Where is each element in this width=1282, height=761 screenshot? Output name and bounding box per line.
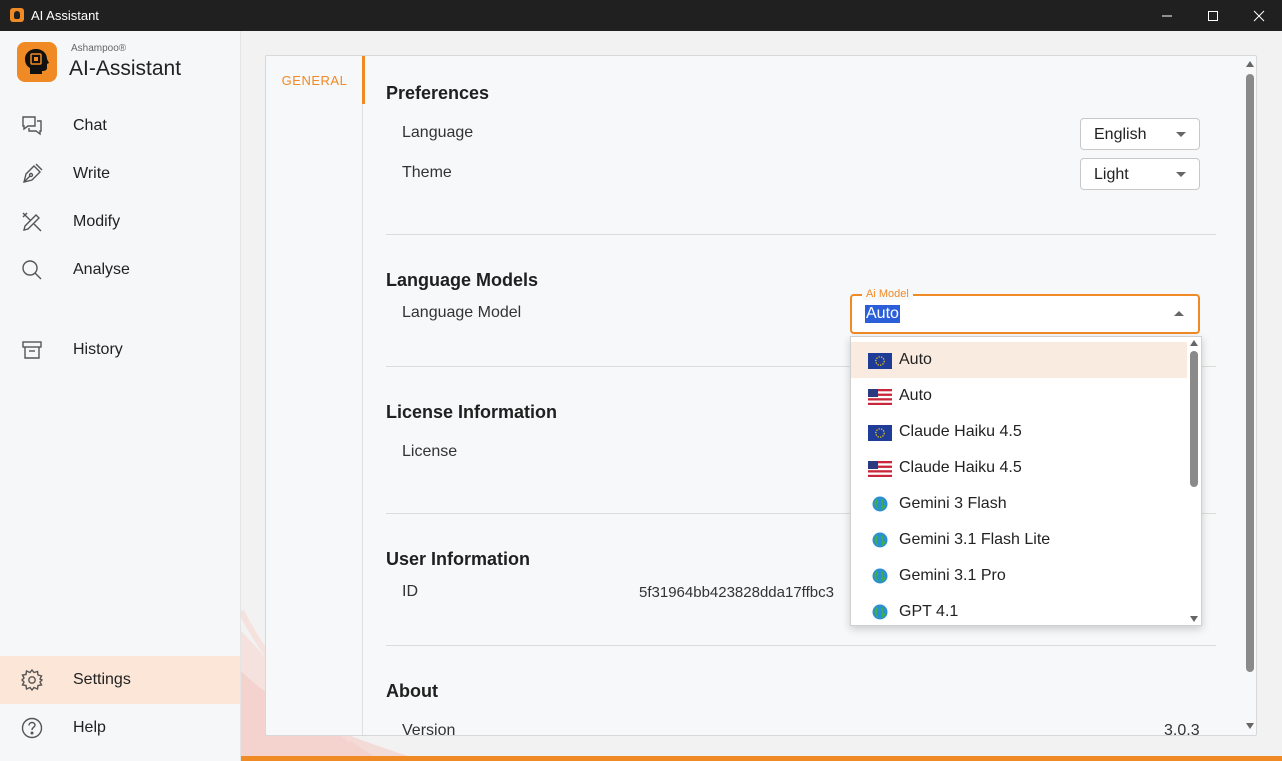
chevron-down-icon: [1176, 172, 1186, 177]
list-item[interactable]: Claude Haiku 4.5: [851, 450, 1187, 486]
list-item-label: Claude Haiku 4.5: [899, 423, 1022, 440]
version-label: Version: [402, 722, 456, 736]
accent-bottom-bar: [241, 756, 1282, 761]
brand-logo: [17, 42, 57, 82]
section-title-user-info: User Information: [386, 549, 531, 569]
eu-flag-icon: [868, 425, 892, 441]
list-item-label: GPT 4.1: [899, 603, 959, 620]
edit-icon: [22, 212, 42, 232]
globe-icon: [872, 496, 888, 512]
us-flag-icon: [868, 389, 892, 405]
list-item-label: Gemini 3.1 Pro: [899, 567, 1006, 584]
scroll-down-icon[interactable]: [1190, 616, 1198, 622]
sidebar-item-settings[interactable]: Settings: [0, 656, 240, 704]
language-select[interactable]: English: [1080, 118, 1200, 150]
language-select-value: English: [1094, 126, 1147, 143]
close-button[interactable]: [1236, 0, 1282, 31]
list-item[interactable]: Gemini 3.1 Pro: [851, 558, 1187, 594]
title-bar: AI Assistant: [0, 0, 1282, 31]
us-flag-icon: [868, 461, 892, 477]
ai-model-field-label: Ai Model: [862, 288, 913, 300]
sidebar-item-chat[interactable]: Chat: [0, 102, 240, 150]
scroll-up-icon[interactable]: [1246, 61, 1254, 67]
sidebar-item-analyse[interactable]: Analyse: [0, 246, 240, 294]
list-item[interactable]: Auto: [851, 342, 1187, 378]
list-item[interactable]: Auto: [851, 378, 1187, 414]
list-item[interactable]: GPT 4.1: [851, 594, 1187, 625]
scroll-down-icon[interactable]: [1246, 723, 1254, 729]
help-icon: [21, 717, 43, 739]
sidebar-item-label: Chat: [73, 117, 107, 134]
section-title-about: About: [386, 681, 438, 701]
section-title-preferences: Preferences: [386, 83, 490, 103]
eu-flag-icon: [868, 353, 892, 369]
list-item-label: Auto: [899, 387, 932, 404]
close-icon: [1253, 10, 1265, 21]
language-model-label: Language Model: [402, 304, 522, 321]
chevron-down-icon: [1176, 132, 1186, 137]
version-value: 3.0.3: [1164, 722, 1200, 736]
sidebar-item-modify[interactable]: Modify: [0, 198, 240, 246]
list-item-label: Gemini 3.1 Flash Lite: [899, 531, 1051, 548]
sidebar-item-label: History: [73, 341, 123, 358]
globe-icon: [872, 604, 888, 620]
maximize-button[interactable]: [1190, 0, 1236, 31]
section-title-language-models: Language Models: [386, 270, 539, 290]
gear-icon: [21, 668, 44, 692]
section-title-license: License Information: [386, 402, 558, 422]
archive-icon: [22, 341, 42, 359]
settings-scrollbar[interactable]: [1243, 56, 1256, 735]
list-item-label: Gemini 3 Flash: [899, 495, 1007, 512]
ai-model-input[interactable]: Auto: [865, 305, 900, 323]
ai-model-combobox[interactable]: Ai Model Auto: [850, 288, 1200, 334]
sidebar-item-help[interactable]: Help: [0, 704, 240, 752]
license-label: License: [402, 443, 458, 460]
brain-head-icon: [25, 49, 49, 74]
list-item-label: Claude Haiku 4.5: [899, 459, 1022, 476]
sidebar-item-label: Analyse: [73, 261, 130, 278]
search-icon: [22, 260, 42, 280]
section-divider: [386, 645, 1216, 646]
globe-icon: [872, 568, 888, 584]
pen-icon: [23, 163, 43, 183]
tab-general-label: GENERAL: [281, 72, 348, 88]
sidebar-item-label: Write: [73, 165, 111, 182]
list-item[interactable]: Gemini 3.1 Flash Lite: [851, 522, 1187, 558]
user-id-label: ID: [402, 583, 418, 600]
minimize-button[interactable]: [1144, 0, 1190, 31]
theme-select[interactable]: Light: [1080, 158, 1200, 190]
brand-name: AI-Assistant: [69, 57, 182, 80]
list-item[interactable]: Gemini 3 Flash: [851, 486, 1187, 522]
sidebar-item-label: Modify: [73, 213, 121, 230]
theme-select-value: Light: [1094, 166, 1129, 183]
app-icon: [10, 8, 24, 22]
ai-model-dropdown-list: Auto Auto Claude Haiku 4.5 Claude Haiku …: [850, 336, 1202, 626]
user-id-value: 5f31964bb423828dda17ffbc3: [639, 584, 834, 601]
scrollbar-thumb[interactable]: [1246, 74, 1254, 672]
sidebar-item-history[interactable]: History: [0, 326, 240, 374]
dropdown-scrollbar[interactable]: [1187, 337, 1201, 625]
chat-icon: [22, 116, 42, 136]
list-item[interactable]: Claude Haiku 4.5: [851, 414, 1187, 450]
chevron-up-icon[interactable]: [1174, 311, 1184, 316]
theme-label: Theme: [402, 164, 452, 181]
sidebar-item-label: Help: [73, 719, 106, 736]
scroll-up-icon[interactable]: [1190, 340, 1198, 346]
language-label: Language: [402, 124, 474, 141]
maximize-icon: [1208, 10, 1218, 21]
scrollbar-thumb[interactable]: [1190, 351, 1198, 487]
list-item-label: Auto: [899, 351, 932, 368]
settings-tab-column: GENERAL: [266, 56, 365, 735]
minimize-icon: [1162, 15, 1172, 16]
section-divider: [386, 234, 1216, 235]
sidebar-item-label: Settings: [73, 671, 131, 688]
globe-icon: [872, 532, 888, 548]
sidebar: Ashampoo® AI-Assistant Chat Write Modify…: [0, 31, 241, 761]
tab-general[interactable]: GENERAL: [266, 56, 365, 104]
window-title: AI Assistant: [31, 8, 99, 23]
sidebar-item-write[interactable]: Write: [0, 150, 240, 198]
brand-small-text: Ashampoo®: [71, 43, 127, 54]
